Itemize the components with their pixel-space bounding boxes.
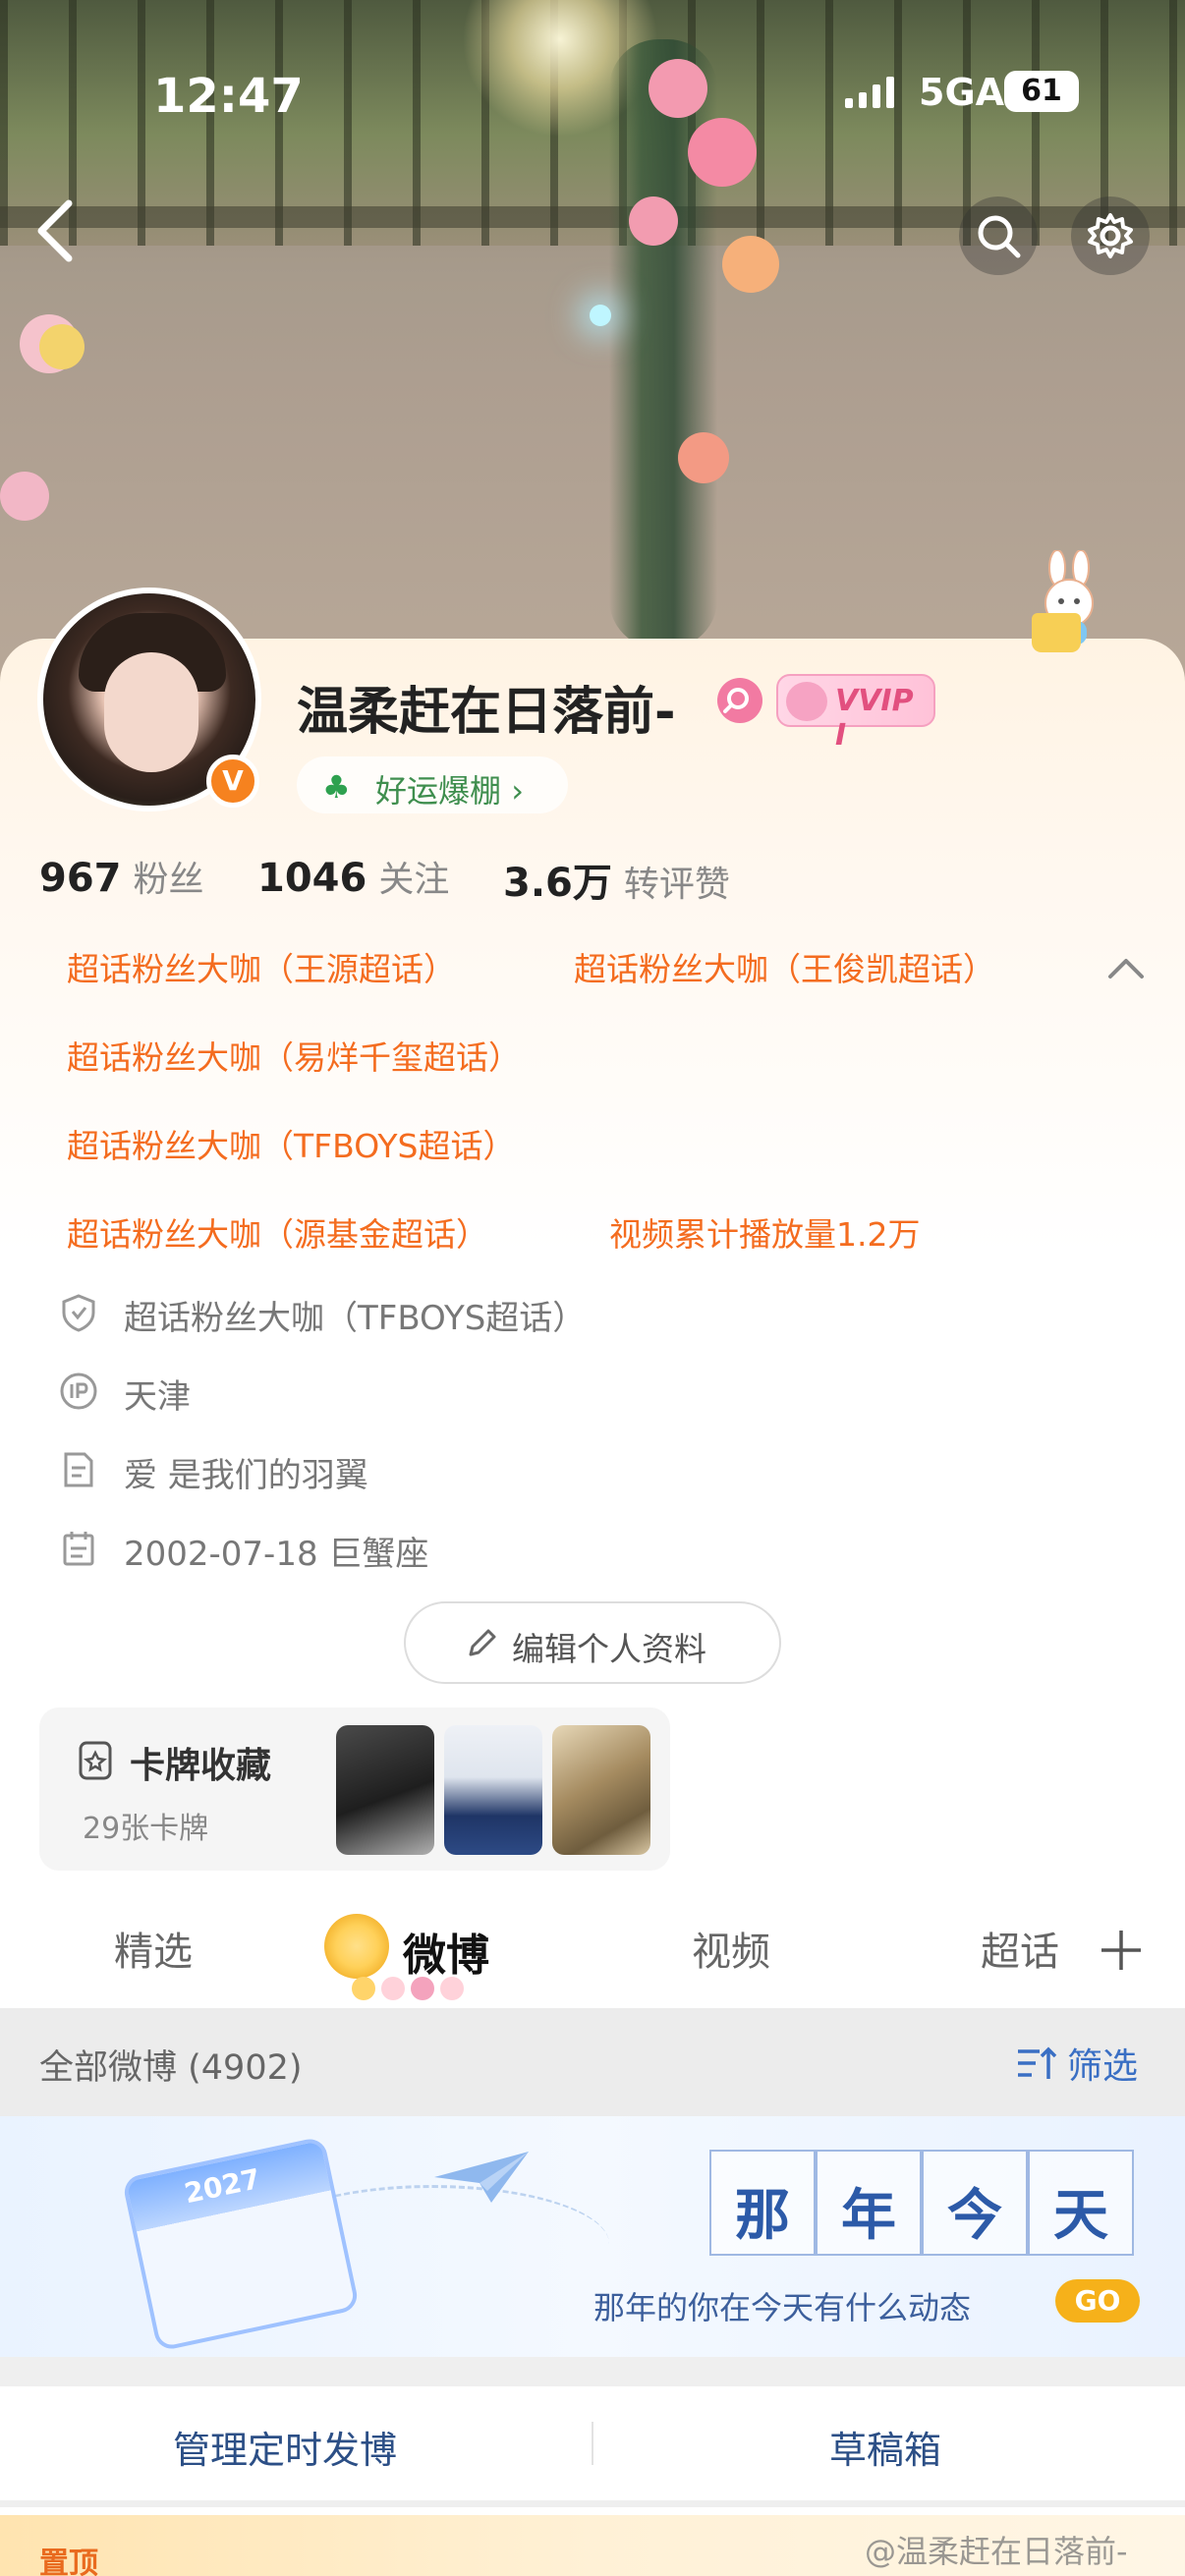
cover-rose [722, 236, 779, 293]
tab-decoration-icon [352, 1977, 375, 2000]
all-posts-count: 全部微博 (4902) [39, 2048, 303, 2088]
filter-icon [1018, 2046, 1057, 2079]
info-text: 爱 是我们的羽翼 [124, 1456, 368, 1495]
banner-subtitle: 那年的你在今天有什么动态 [593, 2289, 972, 2326]
tab-supertopic[interactable]: 超话 [981, 1920, 1059, 1977]
info-text: 超话粉丝大咖（TFBOYS超话） [124, 1299, 587, 1338]
scheduled-posts-button[interactable]: 管理定时发博 [173, 2420, 397, 2474]
calendar-illustration-icon: 2027 [121, 2136, 361, 2352]
card-thumbnail[interactable] [444, 1725, 542, 1855]
card-collection-count: 29张卡牌 [83, 1812, 209, 1846]
edit-profile-label: 编辑个人资料 [512, 1630, 706, 1668]
manage-actions: 管理定时发博 草稿箱 [0, 2386, 1185, 2500]
feed-filter-bar: 全部微博 (4902) 筛选 [0, 2008, 1185, 2116]
calendar-icon [63, 1532, 94, 1566]
card-collection-title: 卡牌收藏 [130, 1746, 272, 1786]
card-collection[interactable]: 卡牌收藏 29张卡牌 [39, 1708, 670, 1871]
info-text: 天津 [124, 1377, 191, 1417]
badge-tag[interactable]: 超话粉丝大咖（易烊千玺超话） [67, 1032, 521, 1079]
calendar-year: 2027 [181, 2161, 263, 2211]
verified-badge: V [206, 755, 259, 808]
battery-level: 61 [1004, 71, 1079, 112]
badge-tag[interactable]: 超话粉丝大咖（王俊凯超话） [574, 943, 995, 990]
flower-mascot-icon [324, 1914, 389, 1979]
pinned-label: 置顶 [39, 2547, 98, 2576]
badge-tag[interactable]: 超话粉丝大咖（源基金超话） [67, 1208, 488, 1256]
search-icon [978, 215, 1021, 258]
cover-rose [39, 324, 85, 369]
stat-value: 3.6万 [503, 861, 612, 906]
profile-tabs: 精选 微博 视频 超话 [0, 1886, 1185, 2008]
cover-lens-flare [590, 305, 611, 326]
stat-label: 关注 [378, 860, 450, 900]
banner-title-char: 那 [709, 2150, 816, 2256]
settings-button[interactable] [1071, 196, 1150, 275]
badge-tag[interactable]: 视频累计播放量1.2万 [609, 1208, 920, 1256]
tab-decoration-icon [411, 1977, 434, 2000]
vip-badge[interactable]: VVIP I [776, 674, 935, 753]
divider [592, 2422, 593, 2465]
luck-status-chip[interactable]: ♣ 好运爆棚 › [297, 756, 568, 813]
signal-icon [845, 75, 904, 118]
manage-bar: 管理定时发博 草稿箱 [0, 2357, 1185, 2507]
vip-mascot-icon [786, 682, 827, 721]
banner-title-char: 年 [816, 2150, 922, 2256]
stat-interactions[interactable]: 3.6万 转评赞 [503, 851, 730, 908]
stat-following[interactable]: 1046 关注 [257, 851, 449, 902]
document-icon [64, 1452, 93, 1487]
card-collection-icon [79, 1741, 112, 1780]
badge-tag[interactable]: 超话粉丝大咖（王源超话） [67, 943, 456, 990]
watermark: @温柔赶在日落前- [865, 2533, 1128, 2570]
back-arrow-icon [37, 199, 73, 262]
stat-value: 967 [39, 856, 122, 901]
on-this-day-banner[interactable]: 2027 那 年 今 天 那年的你在今天有什么动态 GO [0, 2116, 1185, 2357]
tab-decoration-icon [440, 1977, 464, 2000]
banner-title-char: 今 [922, 2150, 1028, 2256]
pencil-icon [469, 1629, 496, 1656]
stat-label: 转评赞 [623, 865, 730, 905]
stat-label: 粉丝 [133, 860, 204, 900]
status-time: 12:47 [153, 69, 304, 124]
tab-decoration-icon [381, 1977, 405, 2000]
banner-title-char: 天 [1028, 2150, 1134, 2256]
card-thumbnail[interactable] [552, 1725, 650, 1855]
search-button[interactable] [959, 196, 1038, 275]
clover-icon: ♣ [322, 768, 351, 806]
avatar-face [104, 652, 198, 772]
cheese-decoration-icon [1032, 613, 1081, 652]
gear-icon [1088, 213, 1133, 258]
cover-rose [629, 196, 678, 246]
female-gender-icon [717, 678, 762, 723]
cover-rose [678, 432, 729, 483]
status-bar: 12:47 5GA 61 [0, 59, 1185, 128]
vip-label: VVIP I [835, 684, 914, 753]
cover-rose [0, 472, 49, 521]
username: 温柔赶在日落前- [297, 683, 676, 742]
cover-rose [688, 118, 757, 187]
stat-followers[interactable]: 967 粉丝 [39, 851, 204, 902]
tab-featured[interactable]: 精选 [114, 1920, 193, 1977]
plus-icon[interactable] [1099, 1928, 1144, 1973]
badge-tag[interactable]: 超话粉丝大咖（TFBOYS超话） [67, 1120, 515, 1167]
tab-video[interactable]: 视频 [692, 1920, 770, 1977]
shield-icon [62, 1294, 95, 1332]
luck-label: 好运爆棚 › [375, 772, 524, 810]
chevron-up-icon[interactable] [1104, 953, 1148, 986]
stat-value: 1046 [257, 856, 367, 901]
banner-go-button[interactable]: GO [1055, 2279, 1140, 2323]
back-button[interactable] [26, 192, 85, 270]
tab-weibo[interactable]: 微博 [403, 1920, 489, 1983]
paper-plane-icon [434, 2152, 529, 2203]
ip-icon [60, 1372, 97, 1410]
filter-button[interactable]: 筛选 [1067, 2038, 1138, 2089]
info-text: 2002-07-18 巨蟹座 [124, 1535, 429, 1574]
card-thumbnail[interactable] [336, 1725, 434, 1855]
network-type: 5GA [919, 71, 1005, 114]
edit-profile-button[interactable]: 编辑个人资料 [404, 1601, 781, 1684]
drafts-button[interactable]: 草稿箱 [829, 2420, 941, 2474]
